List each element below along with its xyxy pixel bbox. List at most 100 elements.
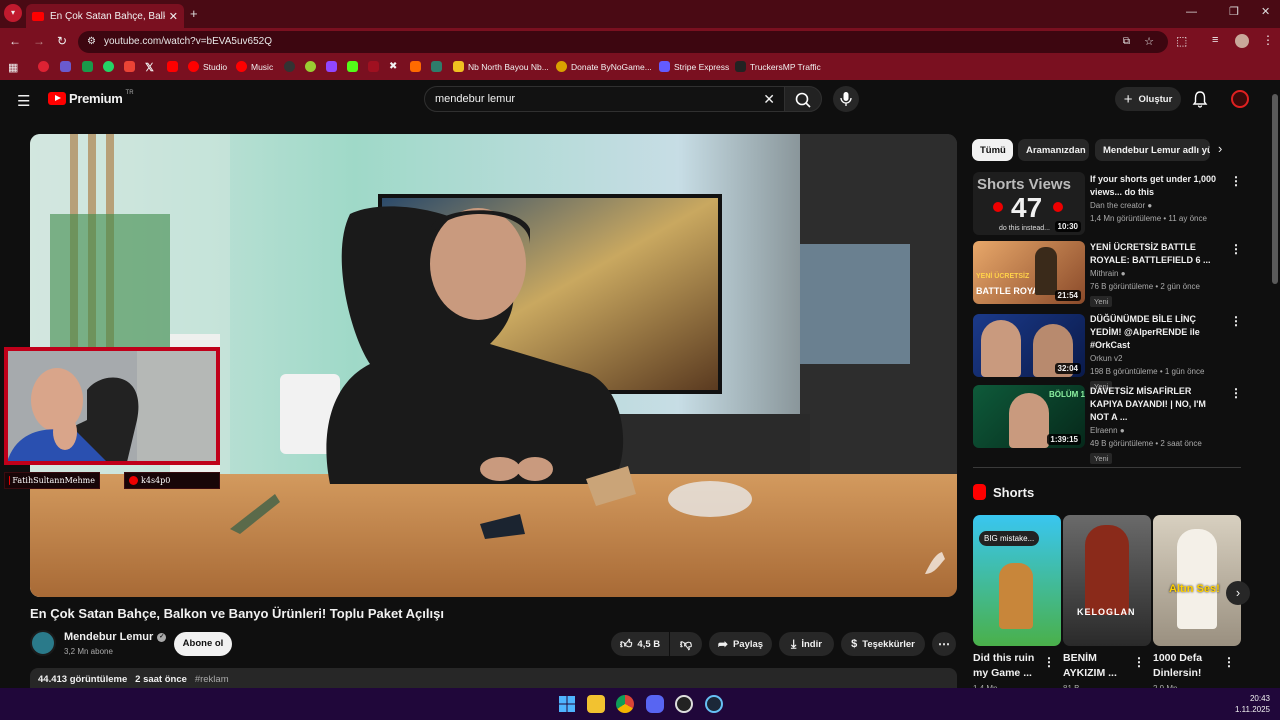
new-badge: Yeni [1090,453,1113,464]
profile-avatar[interactable] [1235,34,1249,48]
chrome-icon[interactable] [616,695,634,713]
search-button[interactable] [784,86,822,112]
short-menu-icon-1[interactable]: ⋮ [1043,655,1055,669]
create-button[interactable]: + Oluştur [1115,87,1181,111]
bookmark-icon-9[interactable] [431,61,442,72]
video-thumbnail-4[interactable]: BÖLÜM 1 1:39:15 [973,385,1085,448]
x-twitter-icon[interactable]: 𝕏 [145,61,154,74]
account-avatar[interactable] [1231,90,1249,108]
hashtag-link[interactable]: #reklam [195,674,229,685]
video-menu-icon-3[interactable]: ⋮ [1230,314,1242,328]
youtube-bookmark-icon[interactable] [167,61,178,72]
short-thumbnail-3[interactable]: Altın Ses! [1153,515,1241,646]
bookmark-studio[interactable]: Studio [188,61,227,72]
bookmark-stripe[interactable]: Stripe Express [659,61,729,72]
video-thumbnail-1[interactable]: Shorts Views 47 do this instead... 10:30 [973,172,1085,235]
short-menu-icon-2[interactable]: ⋮ [1133,655,1145,669]
channel-name-text: Mendebur Lemur [64,631,154,643]
bookmark-icon-5[interactable] [305,61,316,72]
bookmark-icon-4[interactable] [284,61,295,72]
clear-search-icon[interactable]: ✕ [763,87,775,111]
bookmark-icon-2[interactable] [60,61,71,72]
bookmark-northbayou[interactable]: Nb North Bayou Nb... [453,61,549,72]
video-thumbnail-2[interactable]: YENİ ÜCRETSİZ BATTLE ROYALE 21:54 [973,241,1085,304]
apps-icon[interactable]: ▦ [8,61,18,74]
bookmark-icon-7[interactable]: ✖ [389,61,397,72]
bookmark-truckersmp[interactable]: TruckersMP Traffic [735,61,821,72]
chip-all[interactable]: Tümü [972,139,1013,161]
more-actions-button[interactable]: ⋯ [932,632,956,656]
obs-icon[interactable] [675,695,693,713]
address-bar[interactable]: ⚙ youtube.com/watch?v=bEVA5uv652Q ⧉ ☆ [78,31,1168,53]
thumb-4-person [1009,393,1049,448]
share-button[interactable]: ➦ Paylaş [709,632,772,656]
chip-channel[interactable]: Mendebur Lemur adlı yü [1095,139,1210,161]
page-scrollbar-thumb[interactable] [1272,94,1278,284]
close-window-button[interactable]: ✕ [1261,5,1270,18]
chip-from-search[interactable]: Aramanızdan [1018,139,1089,161]
chips-next-icon[interactable]: › [1218,141,1222,156]
taskbar-clock[interactable]: 20:43 1.11.2025 [1226,693,1270,715]
discord-icon[interactable] [646,695,664,713]
subscribe-button[interactable]: Abone ol [174,632,232,656]
bookmark-icon-8[interactable] [410,61,421,72]
short-thumbnail-1[interactable]: BIG mistake... [973,515,1061,646]
download-button[interactable]: ⤓ İndir [779,632,834,656]
new-tab-button[interactable]: + [190,6,198,21]
video-thumbnail-3[interactable]: 32:04 [973,314,1085,377]
short-thumbnail-2[interactable]: KELOGLAN [1063,515,1151,646]
minimize-window-button[interactable]: — [1186,6,1197,18]
video-menu-icon-2[interactable]: ⋮ [1230,242,1242,256]
dislike-button[interactable]: 👎︎ [670,632,702,656]
install-app-icon[interactable]: ⧉ [1123,31,1130,53]
site-info-icon[interactable]: ⚙ [87,31,96,53]
video-info-3[interactable]: DÜĞÜNÜMDE BİLE LİNÇ YEDİM! @AlperRENDE i… [1090,313,1220,394]
voice-search-button[interactable] [833,86,859,112]
tab-list-button[interactable]: ▾ [4,4,22,22]
forward-icon[interactable]: → [33,34,45,48]
close-tab-icon[interactable]: ✕ [169,10,178,23]
streamer-webcam-image [7,350,217,462]
steam-icon[interactable] [705,695,723,713]
windows-start-icon[interactable] [558,695,576,713]
bookmark-star-icon[interactable]: ☆ [1144,31,1154,53]
notifications-bell-icon[interactable] [1192,90,1208,113]
bookmark-icon-3[interactable] [82,61,93,72]
channel-avatar[interactable] [30,630,56,656]
search-input[interactable]: mendebur lemur ✕ [424,86,786,112]
browser-menu-icon[interactable]: ⋮ [1262,33,1274,47]
file-explorer-icon[interactable] [587,695,605,713]
meta-3: 198 B görüntüleme • 1 gün önce [1090,367,1205,376]
twitch-icon[interactable] [326,61,337,72]
youtube-logo[interactable]: Premium TR [48,90,134,106]
video-menu-icon-4[interactable]: ⋮ [1230,386,1242,400]
overlay-user-tag-1: FatihSultannMehme [4,472,100,489]
maximize-window-button[interactable]: ❐ [1229,5,1239,18]
bookmark-icon-1[interactable] [38,61,49,72]
video-info-1[interactable]: If your shorts get under 1,000 views... … [1090,173,1220,223]
reading-list-icon[interactable]: ≡ [1212,34,1218,46]
thanks-icon: $ [851,638,858,650]
bookmark-donate[interactable]: Donate ByNoGame... [556,61,652,72]
browser-tab-active[interactable]: En Çok Satan Bahçe, Balkon ve ✕ [26,4,184,28]
bookmark-donate-label: Donate ByNoGame... [571,61,652,72]
short-menu-icon-3[interactable]: ⋮ [1223,655,1235,669]
video-menu-icon-1[interactable]: ⋮ [1230,174,1242,188]
like-button[interactable]: 👍︎ 4,5 B [611,632,669,656]
extensions-icon[interactable]: ⬚ [1176,34,1187,48]
channel-name[interactable]: Mendebur Lemur ✓ [64,631,167,643]
gmail-icon[interactable] [124,61,135,72]
shorts-next-button[interactable]: › [1226,581,1250,605]
bookmark-studio-label: Studio [203,61,228,72]
bookmark-music[interactable]: Music [236,61,273,72]
description-box[interactable]: 44.413 görüntüleme 2 saat önce #reklam [30,668,957,690]
back-icon[interactable]: ← [9,34,21,48]
thanks-button[interactable]: $ Teşekkürler [841,632,925,656]
bookmark-icon-6[interactable] [368,61,379,72]
reload-icon[interactable]: ↻ [57,34,67,48]
video-info-2[interactable]: YENİ ÜCRETSİZ BATTLE ROYALE: BATTLEFIELD… [1090,241,1220,309]
kick-icon[interactable] [347,61,358,72]
hamburger-menu-icon[interactable]: ☰ [17,92,30,110]
video-info-4[interactable]: DAVETSİZ MİSAFİRLER KAPIYA DAYANDI! | NO… [1090,385,1220,466]
whatsapp-icon[interactable] [103,61,114,72]
